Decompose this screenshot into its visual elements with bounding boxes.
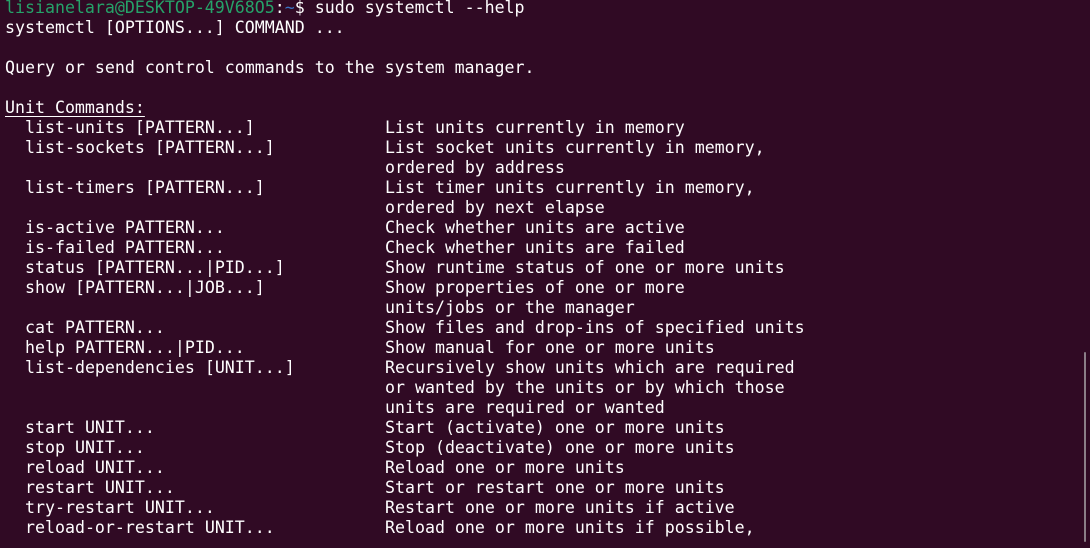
section-title: Unit Commands: — [5, 98, 1076, 118]
command-description: List units currently in memory — [385, 118, 685, 137]
prompt-command: sudo systemctl --help — [304, 0, 525, 17]
command-row: list-sockets [PATTERN...] List socket uni… — [5, 138, 1076, 158]
command-row: units/jobs or the manager — [5, 298, 1076, 318]
command-name: help PATTERN...|PID... — [25, 338, 245, 357]
command-description: Reload one or more units if possible, — [385, 518, 755, 537]
command-description: Show manual for one or more units — [385, 338, 715, 357]
command-description: Reload one or more units — [385, 458, 625, 477]
command-name: cat PATTERN... — [25, 318, 165, 337]
command-name: list-dependencies [UNIT...] — [25, 358, 295, 377]
command-list: list-units [PATTERN...] List units curren… — [5, 118, 1076, 538]
command-row: list-units [PATTERN...] List units curren… — [5, 118, 1076, 138]
command-row: status [PATTERN...|PID...] Show runtime s… — [5, 258, 1076, 278]
command-row: list-dependencies [UNIT...] Recursively s… — [5, 358, 1076, 378]
terminal-window[interactable]: lisianelara@DESKTOP-49V68O5:~$ sudo syst… — [0, 0, 1090, 548]
section-title-text: Unit Commands: — [5, 98, 145, 117]
command-name: restart UNIT... — [25, 478, 175, 497]
command-description: List socket units currently in memory, — [385, 138, 765, 157]
command-description: Start (activate) one or more units — [385, 418, 725, 437]
command-name: list-timers [PATTERN...] — [25, 178, 265, 197]
command-row: start UNIT... Start (activate) one or mor… — [5, 418, 1076, 438]
command-description: Show runtime status of one or more units — [385, 258, 785, 277]
command-row: list-timers [PATTERN...] List timer units… — [5, 178, 1076, 198]
command-row: restart UNIT... Start or restart one or m… — [5, 478, 1076, 498]
command-row: is-active PATTERN... Check whether units … — [5, 218, 1076, 238]
command-description: units are required or wanted — [385, 398, 665, 417]
command-name: reload UNIT... — [25, 458, 165, 477]
command-name: status [PATTERN...|PID...] — [25, 258, 285, 277]
command-description: or wanted by the units or by which those — [385, 378, 785, 397]
prompt-separator: : — [274, 0, 285, 17]
prompt-user-host: lisianelara@DESKTOP-49V68O5 — [5, 0, 275, 17]
command-name: stop UNIT... — [25, 438, 145, 457]
command-description: ordered by address — [385, 158, 565, 177]
command-description: Stop (deactivate) one or more units — [385, 438, 735, 457]
prompt-symbol: $ — [294, 0, 305, 17]
command-description: Check whether units are active — [385, 218, 685, 237]
command-description: Check whether units are failed — [385, 238, 685, 257]
scrollbar[interactable] — [1076, 0, 1090, 548]
scrollbar-thumb[interactable] — [1084, 352, 1086, 542]
command-description: Show properties of one or more — [385, 278, 685, 297]
command-name: show [PATTERN...|JOB...] — [25, 278, 265, 297]
command-row: is-failed PATTERN... Check whether units … — [5, 238, 1076, 258]
command-row: cat PATTERN... Show files and drop-ins of… — [5, 318, 1076, 338]
command-description: List timer units currently in memory, — [385, 178, 755, 197]
command-description: Show files and drop-ins of specified uni… — [385, 318, 805, 337]
usage-line: systemctl [OPTIONS...] COMMAND ... — [5, 18, 345, 37]
command-description: Restart one or more units if active — [385, 498, 735, 517]
command-description: units/jobs or the manager — [385, 298, 635, 317]
description-line: Query or send control commands to the sy… — [5, 58, 535, 77]
command-name: list-units [PATTERN...] — [25, 118, 255, 137]
command-name: is-active PATTERN... — [25, 218, 225, 237]
command-row: try-restart UNIT... Restart one or more u… — [5, 498, 1076, 518]
command-name: is-failed PATTERN... — [25, 238, 225, 257]
command-description: Start or restart one or more units — [385, 478, 725, 497]
command-row: reload-or-restart UNIT... Reload one or m… — [5, 518, 1076, 538]
command-name: reload-or-restart UNIT... — [25, 518, 275, 537]
command-row: units are required or wanted — [5, 398, 1076, 418]
command-row: ordered by next elapse — [5, 198, 1076, 218]
command-row: reload UNIT... Reload one or more units — [5, 458, 1076, 478]
command-row: help PATTERN...|PID... Show manual for on… — [5, 338, 1076, 358]
prompt-path: ~ — [284, 0, 295, 17]
command-description: ordered by next elapse — [385, 198, 605, 217]
terminal-output: lisianelara@DESKTOP-49V68O5:~$ sudo syst… — [5, 0, 1076, 538]
command-name: start UNIT... — [25, 418, 155, 437]
command-row: stop UNIT... Stop (deactivate) one or mor… — [5, 438, 1076, 458]
command-row: or wanted by the units or by which those — [5, 378, 1076, 398]
prompt-line: lisianelara@DESKTOP-49V68O5:~$ sudo syst… — [5, 0, 1076, 18]
command-name: try-restart UNIT... — [25, 498, 215, 517]
command-description: Recursively show units which are require… — [385, 358, 795, 377]
command-row: ordered by address — [5, 158, 1076, 178]
command-row: show [PATTERN...|JOB...] Show properties … — [5, 278, 1076, 298]
command-name: list-sockets [PATTERN...] — [25, 138, 275, 157]
